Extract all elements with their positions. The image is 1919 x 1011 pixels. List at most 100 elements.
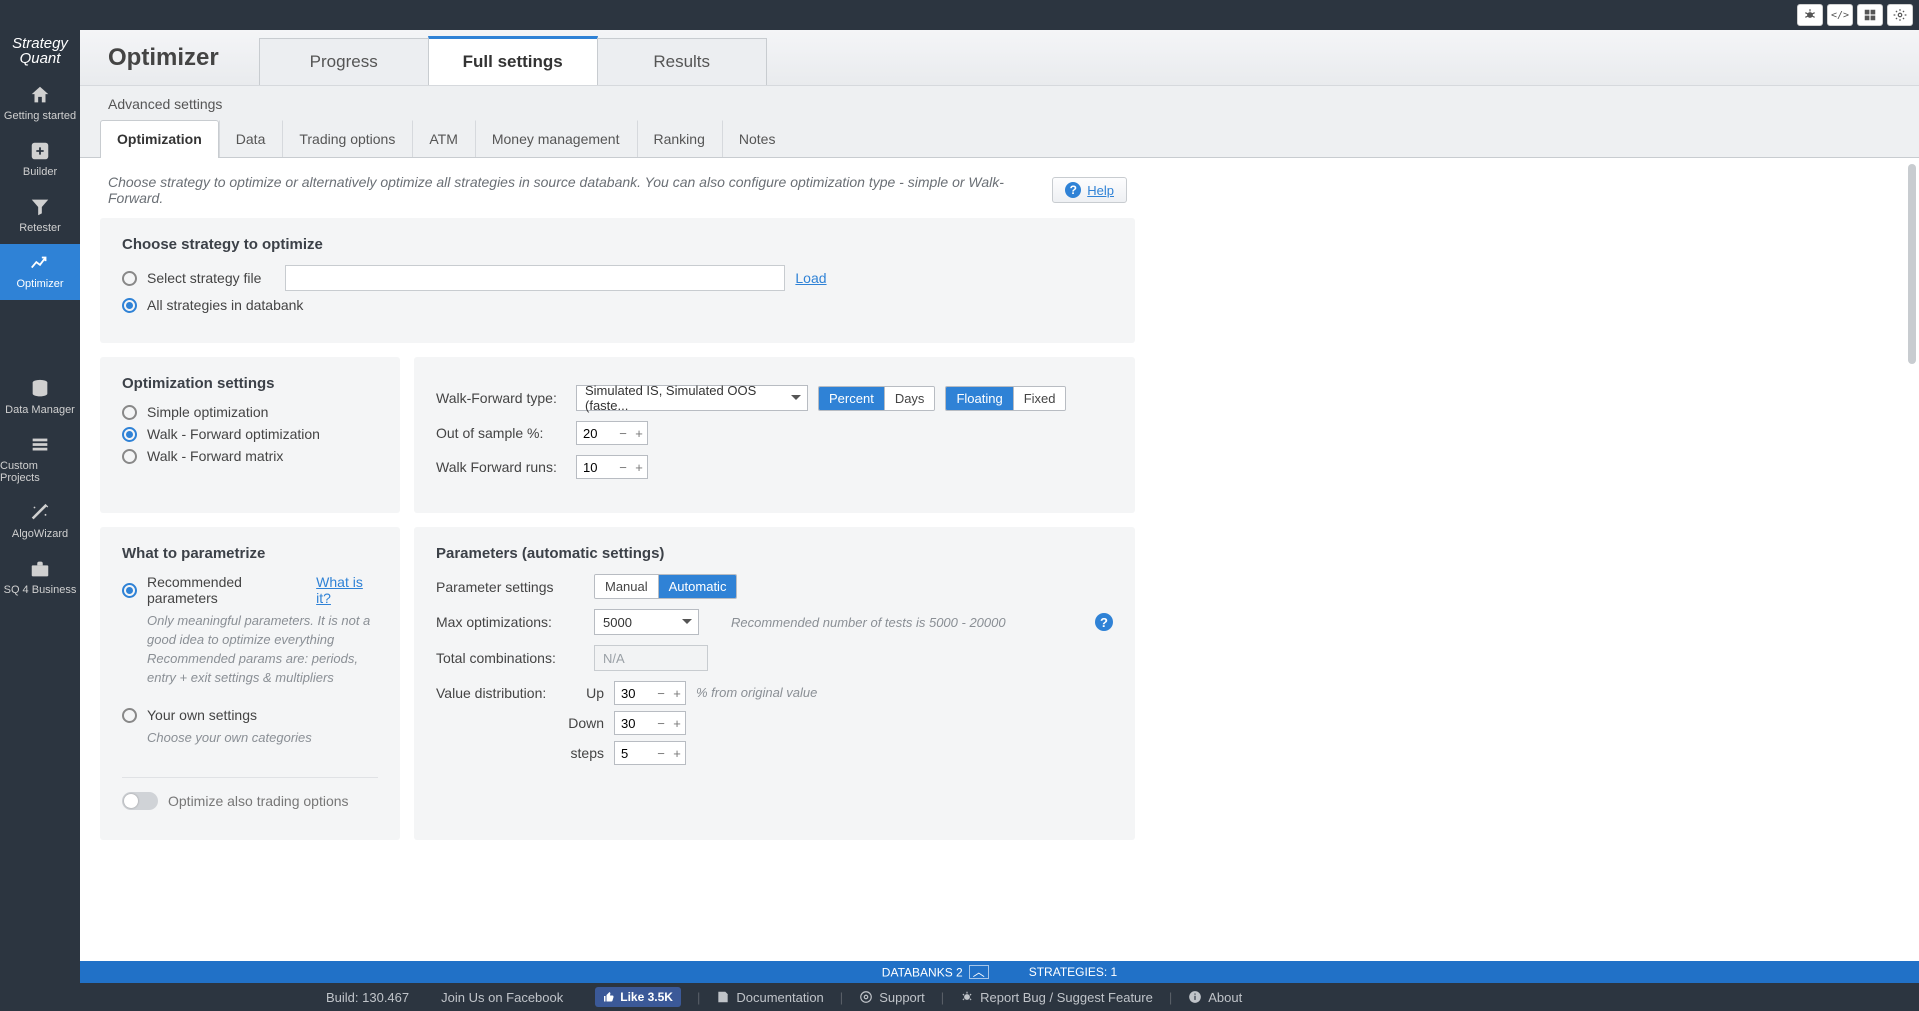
down-input[interactable]	[615, 712, 653, 734]
help-icon: ?	[1065, 182, 1081, 198]
gear-icon-button[interactable]	[1887, 4, 1913, 26]
sub-tab-data[interactable]: Data	[219, 120, 283, 157]
sidebar-item-getting-started[interactable]: Getting started	[0, 76, 80, 132]
scroll-body[interactable]: Choose strategy to optimize or alternati…	[80, 158, 1919, 961]
steps-input[interactable]	[615, 742, 653, 764]
chevron-up-icon[interactable]: ︿	[969, 965, 989, 979]
code-icon-button[interactable]: </>	[1827, 4, 1853, 26]
scrollbar-thumb[interactable]	[1908, 164, 1916, 364]
recommended-desc: Only meaningful parameters. It is not a …	[147, 612, 378, 687]
minus-button[interactable]: −	[615, 426, 631, 441]
databanks-bar[interactable]: DATABANKS 2︿ STRATEGIES: 1	[80, 961, 1919, 983]
sidebar-item-custom-projects[interactable]: Custom Projects	[0, 426, 80, 494]
max-opt-select[interactable]: 5000	[594, 609, 699, 635]
tab-progress[interactable]: Progress	[259, 38, 429, 85]
chart-line-icon	[29, 252, 51, 274]
tab-full-settings[interactable]: Full settings	[428, 36, 598, 85]
radio-label: All strategies in databank	[147, 297, 303, 313]
briefcase-icon	[29, 558, 51, 580]
plus-button[interactable]: +	[669, 716, 685, 731]
total-combinations: N/A	[594, 645, 708, 671]
sidebar-item-retester[interactable]: Retester	[0, 188, 80, 244]
sidebar-item-sq4business[interactable]: SQ 4 Business	[0, 550, 80, 606]
content-area: Optimizer Progress Full settings Results…	[80, 30, 1919, 1011]
dist-label: Value distribution:	[436, 685, 554, 701]
plus-button[interactable]: +	[669, 746, 685, 761]
radio-label: Walk - Forward matrix	[147, 448, 283, 464]
bug-icon-button[interactable]	[1797, 4, 1823, 26]
sub-tab-notes[interactable]: Notes	[722, 120, 793, 157]
sidebar-item-algowizard[interactable]: AlgoWizard	[0, 494, 80, 550]
radio-own-settings[interactable]	[122, 708, 137, 723]
radio-label: Your own settings	[147, 707, 257, 723]
info-icon[interactable]: ?	[1095, 613, 1113, 631]
home-icon	[29, 84, 51, 106]
wf-type-select[interactable]: Simulated IS, Simulated OOS (faste...	[576, 385, 808, 411]
what-is-it-link[interactable]: What is it?	[316, 574, 378, 606]
strategies-count: STRATEGIES: 1	[1029, 965, 1117, 979]
panel-optimization-settings: Optimization settings Simple optimizatio…	[100, 357, 400, 513]
total-label: Total combinations:	[436, 650, 584, 666]
runs-input[interactable]	[577, 456, 615, 478]
panel-parameters: Parameters (automatic settings) Paramete…	[414, 527, 1135, 840]
plus-button[interactable]: +	[631, 460, 647, 475]
subheading: Advanced settings	[80, 86, 1919, 120]
strategy-file-input[interactable]	[285, 265, 785, 291]
sub-tab-trading-options[interactable]: Trading options	[282, 120, 412, 157]
tab-results[interactable]: Results	[597, 38, 767, 85]
toggle-label: Optimize also trading options	[168, 793, 349, 809]
radio-recommended[interactable]	[122, 583, 137, 598]
sub-tab-money-management[interactable]: Money management	[475, 120, 637, 157]
manual-automatic-toggle: Manual Automatic	[594, 574, 737, 599]
sidebar-item-optimizer[interactable]: Optimizer	[0, 244, 80, 300]
steps-spinner: − +	[614, 741, 686, 765]
plus-button[interactable]: +	[669, 686, 685, 701]
load-link[interactable]: Load	[795, 270, 826, 286]
up-input[interactable]	[615, 682, 653, 704]
btn-manual[interactable]: Manual	[595, 575, 658, 598]
logo: Strategy Quant	[12, 30, 68, 76]
btn-percent[interactable]: Percent	[819, 387, 884, 410]
minus-button[interactable]: −	[615, 460, 631, 475]
support-link[interactable]: Support	[843, 990, 941, 1005]
pct-hint: % from original value	[696, 685, 817, 700]
down-label: Down	[564, 715, 604, 731]
radio-wf-matrix[interactable]	[122, 449, 137, 464]
radio-wf-opt[interactable]	[122, 427, 137, 442]
help-button[interactable]: ? Help	[1052, 177, 1127, 203]
panel-choose-strategy: Choose strategy to optimize Select strat…	[100, 218, 1135, 343]
btn-automatic[interactable]: Automatic	[658, 575, 737, 598]
sub-tab-atm[interactable]: ATM	[412, 120, 475, 157]
join-facebook-link[interactable]: Join Us on Facebook	[425, 990, 579, 1005]
panel-title: Parameters (automatic settings)	[436, 545, 1113, 562]
documentation-link[interactable]: Documentation	[700, 990, 839, 1005]
max-label: Max optimizations:	[436, 614, 584, 630]
minus-button[interactable]: −	[653, 686, 669, 701]
sub-tab-ranking[interactable]: Ranking	[637, 120, 722, 157]
grid-icon-button[interactable]	[1857, 4, 1883, 26]
btn-days[interactable]: Days	[884, 387, 935, 410]
btn-fixed[interactable]: Fixed	[1013, 387, 1066, 410]
sidebar-item-data-manager[interactable]: Data Manager	[0, 370, 80, 426]
minus-button[interactable]: −	[653, 746, 669, 761]
page-title: Optimizer	[80, 30, 259, 85]
oos-input[interactable]	[577, 422, 615, 444]
sidebar-item-builder[interactable]: Builder	[0, 132, 80, 188]
runs-spinner: − +	[576, 455, 648, 479]
plus-button[interactable]: +	[631, 426, 647, 441]
oos-label: Out of sample %:	[436, 425, 566, 441]
radio-select-file[interactable]	[122, 271, 137, 286]
radio-all-strategies[interactable]	[122, 298, 137, 313]
param-settings-label: Parameter settings	[436, 579, 584, 595]
fb-like-button[interactable]: Like 3.5K	[595, 987, 681, 1007]
btn-floating[interactable]: Floating	[946, 387, 1012, 410]
steps-label: steps	[564, 745, 604, 761]
radio-simple-opt[interactable]	[122, 405, 137, 420]
footer: Build: 130.467 Join Us on Facebook Like …	[80, 983, 1919, 1011]
oos-spinner: − +	[576, 421, 648, 445]
minus-button[interactable]: −	[653, 716, 669, 731]
toggle-trading-options[interactable]	[122, 792, 158, 810]
sub-tab-optimization[interactable]: Optimization	[100, 120, 219, 158]
report-bug-link[interactable]: Report Bug / Suggest Feature	[944, 990, 1169, 1005]
about-link[interactable]: About	[1172, 990, 1258, 1005]
